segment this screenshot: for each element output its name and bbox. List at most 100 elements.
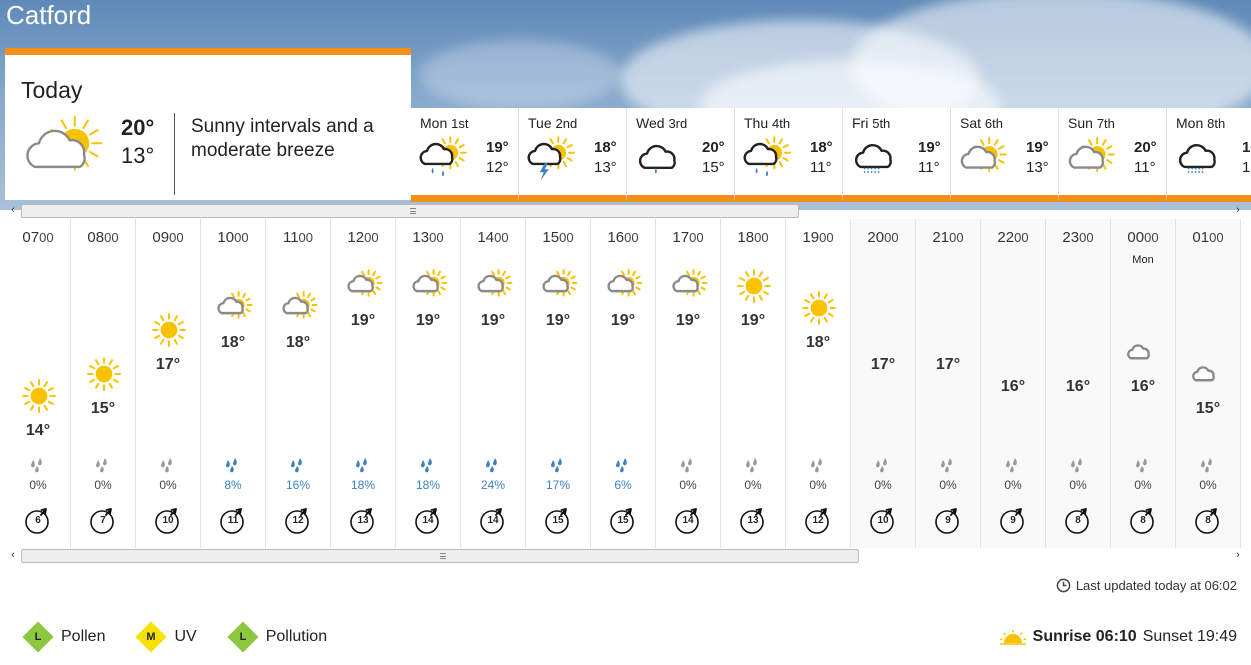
raindrops-icon	[613, 457, 633, 478]
hour-column-1400[interactable]: 1400 19° 24% 14	[461, 219, 526, 548]
hour-time: 1900	[802, 229, 834, 246]
day-tab-mon-1st[interactable]: Mon 1st 19° 12°	[411, 108, 519, 202]
hour-column-1900[interactable]: 1900 18° 0% 12	[786, 219, 851, 548]
hour-column-2200[interactable]: 2200 16° 0% 9	[981, 219, 1046, 548]
day-name: Mon 8th	[1176, 115, 1226, 131]
hour-column-1200[interactable]: 1200 19° 18% 13	[331, 219, 396, 548]
hour-temp: 16°	[1130, 378, 1156, 395]
day-tab-tue-2nd[interactable]: Tue 2nd 18° 13°	[519, 108, 627, 202]
day-tab-sat-6th[interactable]: Sat 6th 19° 13°	[951, 108, 1059, 202]
day-max-temp: 18°	[810, 139, 833, 156]
hour-column-2100[interactable]: 2100 17° 0% 9	[916, 219, 981, 548]
day-min-temp: 12°	[486, 159, 509, 176]
hour-column-1500[interactable]: 1500 19° 17% 15	[526, 219, 591, 548]
hour-temp: 15°	[1195, 400, 1221, 417]
badge-pollution[interactable]: L Pollution	[227, 621, 327, 653]
scroll-left-icon[interactable]: ‹	[7, 202, 19, 218]
thunder-sun-icon	[525, 136, 577, 185]
hour-column-2000[interactable]: 2000 17° 0% 10	[851, 219, 916, 548]
rain-chance: 0%	[94, 478, 112, 492]
hour-column-1800[interactable]: 1800 19° 0% 13	[721, 219, 786, 548]
hour-temp: 16°	[1000, 378, 1026, 395]
light-rain-sun-icon	[417, 136, 469, 185]
sunrise-icon	[999, 630, 1026, 645]
sunny-intervals-icon	[475, 267, 513, 310]
hour-column-0900[interactable]: 0900 17° 0% 10	[136, 219, 201, 548]
wind-speed: 10	[877, 515, 889, 526]
hour-column-0800[interactable]: 0800 15° 0% 7	[71, 219, 136, 548]
moon-icon	[995, 333, 1033, 376]
hourly-forecast: 0700 14° 0% 6 0800 15° 0% 7 0900 17° 0% …	[6, 219, 1241, 548]
hour-column-2300[interactable]: 2300 16° 0% 8	[1046, 219, 1111, 548]
sunny-intervals-icon	[215, 289, 253, 332]
scroll-thumb[interactable]	[21, 204, 799, 218]
hour-column-0000[interactable]: 0000 Mon 16° 0% 8	[1111, 219, 1176, 548]
day-tab-sun-7th[interactable]: Sun 7th 20° 11°	[1059, 108, 1167, 202]
rain-chance: 0%	[29, 478, 47, 492]
day-min-temp: 11°	[810, 159, 832, 176]
hour-column-1700[interactable]: 1700 19° 0% 14	[656, 219, 721, 548]
hour-time: 0100	[1192, 229, 1224, 246]
scroll-left-icon[interactable]: ‹	[7, 547, 19, 563]
raindrops-icon	[483, 457, 503, 478]
moon-icon	[865, 311, 903, 354]
wind-speed: 12	[812, 515, 824, 526]
hour-column-0700[interactable]: 0700 14° 0% 6	[6, 219, 71, 548]
day-tab-wed-3rd[interactable]: Wed 3rd 20° 15°	[627, 108, 735, 202]
rain-chance: 0%	[1199, 478, 1217, 492]
hour-temp: 19°	[545, 312, 571, 329]
badge-uv[interactable]: M UV	[135, 621, 197, 653]
rain-chance: 24%	[480, 478, 506, 492]
hour-column-1100[interactable]: 1100 18° 16% 12	[266, 219, 331, 548]
day-max-temp: 18°	[594, 139, 617, 156]
hour-column-1000[interactable]: 1000 18° 8% 11	[201, 219, 266, 548]
today-panel[interactable]: Today 20° 13° Sunny intervals and a mode…	[5, 48, 411, 200]
sunny-intervals-icon	[605, 267, 643, 310]
sunny-intervals-icon	[540, 267, 578, 310]
scroll-thumb[interactable]	[21, 549, 859, 563]
hour-column-1600[interactable]: 1600 19° 6% 15	[591, 219, 656, 548]
wind-speed: 11	[227, 515, 239, 526]
hour-time: 1000	[217, 229, 249, 246]
day-max-temp: 20°	[1134, 139, 1157, 156]
light-rain-sun-icon	[741, 136, 793, 185]
raindrops-icon	[1133, 457, 1153, 478]
raindrops-icon	[93, 457, 113, 478]
daily-scrollbar[interactable]: ‹ ›	[7, 202, 1244, 218]
hour-column-1300[interactable]: 1300 19° 18% 14	[396, 219, 461, 548]
rain-chance: 0%	[874, 478, 892, 492]
location-name: Catford	[6, 0, 92, 30]
badge-pollen[interactable]: L Pollen	[22, 621, 105, 653]
hour-time: 1500	[542, 229, 574, 246]
sun-times: Sunrise 06:10 Sunset 19:49	[999, 628, 1237, 646]
sunrise-text: Sunrise 06:10	[1032, 628, 1137, 645]
scroll-right-icon[interactable]: ›	[1232, 202, 1244, 218]
day-tab-thu-4th[interactable]: Thu 4th 18° 11°	[735, 108, 843, 202]
raindrops-icon	[158, 457, 178, 478]
today-min-temp: 13°	[121, 143, 155, 168]
wind-speed: 7	[100, 515, 106, 526]
badge-label: UV	[174, 628, 197, 645]
day-tab-fri-5th[interactable]: Fri 5th 19° 11°	[843, 108, 951, 202]
raindrops-icon	[418, 457, 438, 478]
sunny-intervals-icon	[280, 289, 318, 332]
hour-column-0100[interactable]: 0100 15° 0% 8	[1176, 219, 1241, 548]
hour-time: 0700	[22, 229, 54, 246]
hour-time: 1600	[607, 229, 639, 246]
today-title: Today	[21, 77, 83, 103]
level-diamond-icon: M	[135, 621, 168, 653]
sunny-intervals-icon	[670, 267, 708, 310]
sunny-icon	[800, 289, 838, 332]
scroll-right-icon[interactable]: ›	[1232, 547, 1244, 563]
hourly-scrollbar[interactable]: ‹ ›	[7, 547, 1244, 563]
day-name: Thu 4th	[744, 115, 791, 131]
hour-time: 1400	[477, 229, 509, 246]
sunny-icon	[85, 355, 123, 398]
day-name: Wed 3rd	[636, 115, 688, 131]
today-description: Sunny intervals and a moderate breeze	[191, 116, 374, 161]
raindrops-icon	[223, 457, 243, 478]
hour-temp: 16°	[1065, 378, 1091, 395]
rain-chance: 17%	[545, 478, 571, 492]
day-max-temp: 19°	[1026, 139, 1049, 156]
day-tab-mon-8th[interactable]: Mon 8th 1 1	[1167, 108, 1251, 202]
